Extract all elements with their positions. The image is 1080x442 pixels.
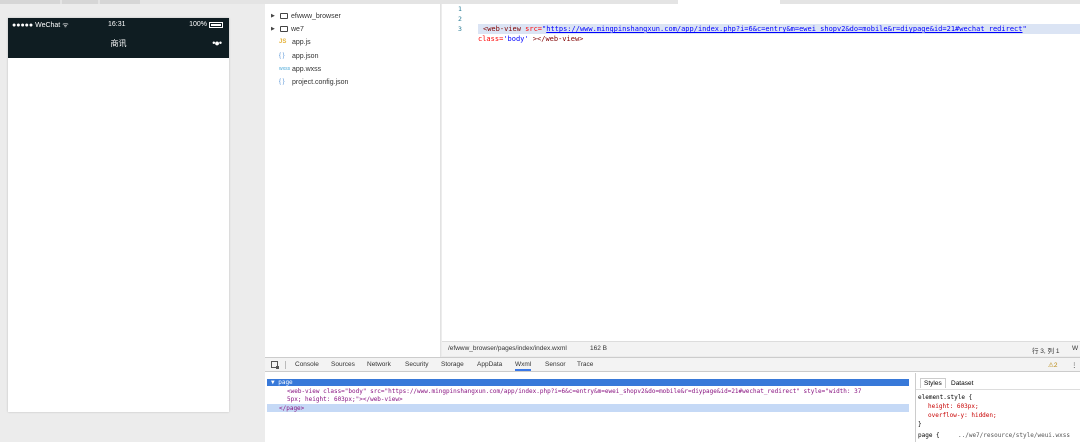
tab-wxml[interactable]: Wxml	[515, 361, 532, 371]
tab-security[interactable]: Security	[405, 361, 428, 368]
code-line-3[interactable]: <web-view src= "https://www.mingpinshangx…	[483, 25, 1027, 33]
folder-icon	[280, 13, 288, 19]
file-size: 162 B	[590, 345, 607, 352]
styles-tab-bar: Styles Dataset	[916, 378, 1080, 390]
styles-sidebar: Styles Dataset element.style { height: 6…	[915, 373, 1080, 442]
expand-arrow-icon[interactable]: ▶	[271, 26, 277, 32]
tree-item-label: efwww_browser	[291, 12, 341, 20]
divider	[285, 361, 286, 369]
tab-console[interactable]: Console	[295, 361, 319, 368]
code-attr: src=	[525, 25, 543, 33]
page-title: 商讯	[110, 39, 127, 48]
cursor-position[interactable]: 行 3, 列 1	[1032, 345, 1059, 355]
code-attr: class=	[478, 35, 504, 43]
folder-icon	[280, 26, 288, 32]
dom-node-web-view-cont[interactable]: 5px; height: 603px;"></web-view>	[287, 396, 403, 403]
tree-item-efwww-browser[interactable]: ▶ efwww_browser	[271, 10, 341, 22]
tree-item-we7[interactable]: ▶ we7	[271, 23, 304, 35]
phone-screen[interactable]: ●●●●● WeChat ᯤ 16:31 100% 商讯 •●•	[8, 18, 229, 412]
tree-item-app-wxss[interactable]: wxss app.wxss	[279, 63, 321, 75]
code-line-3-wrap[interactable]: class='body' ></web-view>	[478, 35, 583, 43]
wxml-tree[interactable]: ▼ page <web-view class="body" src="https…	[265, 373, 913, 442]
tab-dataset[interactable]: Dataset	[951, 380, 973, 387]
tree-item-label: we7	[291, 25, 304, 33]
tab-sensor[interactable]: Sensor	[545, 361, 566, 368]
css-selector: element.style {	[918, 394, 973, 401]
code-editor[interactable]: 1 2 3 <web-view src= "https://www.mingpin…	[442, 4, 1080, 341]
line-number: 1	[458, 5, 462, 13]
tab-network[interactable]: Network	[367, 361, 391, 368]
tree-item-app-js[interactable]: JS app.js	[279, 36, 311, 48]
line-number: 3	[458, 25, 462, 33]
selected-node-highlight	[267, 379, 909, 386]
dom-node-web-view[interactable]: <web-view class="body" src="https://www.…	[287, 388, 861, 395]
tree-item-app-json[interactable]: { } app.json	[279, 50, 318, 62]
tree-item-label: app.json	[292, 52, 319, 60]
inspect-element-icon[interactable]	[271, 361, 279, 369]
css-property[interactable]: overflow-y: hidden;	[928, 412, 997, 419]
json-file-icon: { }	[279, 79, 285, 85]
tab-styles[interactable]: Styles	[920, 378, 946, 388]
carrier-label: ●●●●● WeChat ᯤ	[12, 22, 69, 29]
devtools-panel: Console Sources Network Security Storage…	[265, 357, 1080, 442]
phone-nav-bar: 商讯 •●•	[8, 32, 229, 58]
file-path: /efwww_browser/pages/index/index.wxml	[448, 345, 567, 352]
expand-arrow-icon[interactable]: ▶	[271, 13, 277, 19]
devtools-tab-bar: Console Sources Network Security Storage…	[265, 358, 1080, 372]
tree-item-project-config[interactable]: { } project.config.json	[279, 76, 348, 88]
simulator-panel: ●●●●● WeChat ᯤ 16:31 100% 商讯 •●•	[0, 4, 265, 442]
warning-count-badge[interactable]: ⚠2	[1048, 361, 1057, 369]
code-tag: <web-view	[483, 25, 526, 33]
file-tree: ▶ efwww_browser ▶ we7 JS app.js { } app.…	[265, 4, 441, 357]
tree-item-label: app.js	[292, 38, 311, 46]
css-selector: page {	[918, 432, 940, 439]
tab-trace[interactable]: Trace	[577, 361, 593, 368]
tab-appdata[interactable]: AppData	[477, 361, 502, 368]
line-number: 2	[458, 15, 462, 23]
dom-node-page-close[interactable]: </page>	[279, 405, 304, 412]
code-string: 'body'	[503, 35, 529, 43]
line-number-gutter: 1 2 3	[442, 4, 470, 341]
tree-item-label: app.wxss	[292, 65, 322, 73]
code-tag: ></web-view>	[528, 35, 584, 43]
more-options-icon[interactable]: ⋮	[1071, 361, 1078, 369]
wxss-file-icon: wxss	[279, 66, 291, 72]
css-source-link[interactable]: ../we7/resource/style/weui.wxss	[958, 432, 1070, 439]
dom-node-page[interactable]: ▼ page	[271, 379, 293, 386]
css-property[interactable]: height: 603px;	[928, 403, 979, 410]
tab-storage[interactable]: Storage	[441, 361, 464, 368]
tab-sources[interactable]: Sources	[331, 361, 355, 368]
battery-icon	[209, 21, 223, 28]
battery-percent: 100%	[189, 21, 207, 28]
devtools-window: ●●●●● WeChat ᯤ 16:31 100% 商讯 •●• ▶ efwww…	[0, 0, 1080, 442]
clock-label: 16:31	[108, 21, 126, 28]
phone-status-bar: ●●●●● WeChat ᯤ 16:31 100%	[8, 18, 229, 32]
battery-status: 100%	[189, 21, 223, 28]
editor-status-bar: /efwww_browser/pages/index/index.wxml 16…	[442, 341, 1080, 356]
css-rule-close: }	[918, 421, 922, 428]
code-quote: "	[1022, 25, 1027, 33]
json-file-icon: { }	[279, 53, 285, 59]
js-file-icon: JS	[279, 39, 287, 45]
tree-item-label: project.config.json	[292, 78, 349, 86]
code-url-link[interactable]: https://www.mingpinshangxun.com/app/inde…	[546, 25, 1022, 33]
more-menu-icon[interactable]: •●•	[212, 38, 222, 48]
status-extra: W	[1072, 345, 1079, 352]
selected-node-close-highlight	[267, 404, 909, 412]
